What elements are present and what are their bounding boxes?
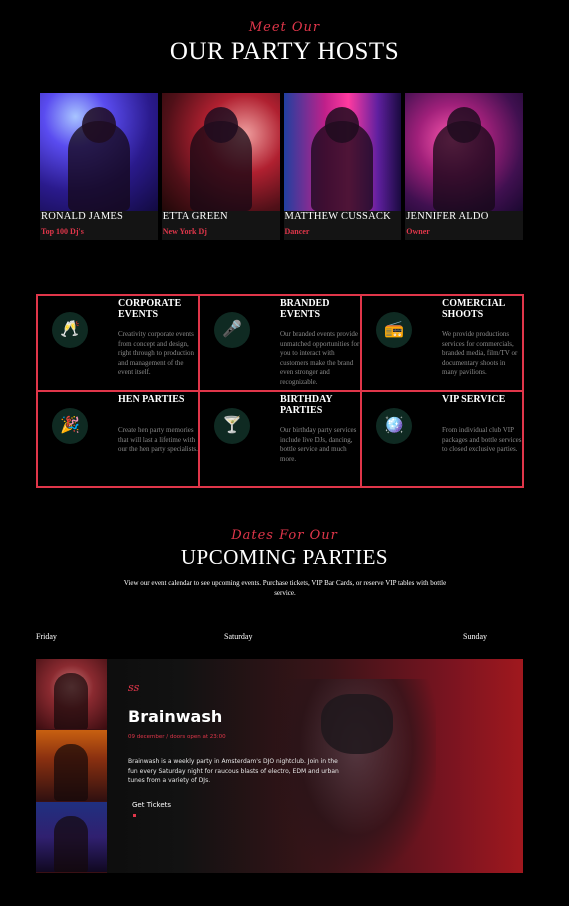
service-title: HEN PARTIES: [118, 394, 185, 405]
service-title: BIRTHDAY PARTIES: [280, 394, 333, 416]
microphone-icon: 🎤: [214, 312, 250, 348]
host-photo: [283, 93, 402, 211]
service-description: Creativity corporate events from concept…: [118, 330, 195, 376]
service-title: BRANDED EVENTS: [280, 298, 330, 320]
service-title: COMERCIAL SHOOTS: [442, 298, 505, 320]
host-photo: [40, 93, 158, 211]
event-thumbnail[interactable]: [36, 801, 107, 873]
service-vip-service[interactable]: 🪩 VIP SERVICE From individual club VIP p…: [361, 391, 523, 487]
host-name: MATTHEW CUSSACK: [284, 211, 391, 222]
tab-friday[interactable]: Friday: [36, 632, 57, 641]
hosts-grid: RONALD JAMES Top 100 Dj's ETTA GREEN New…: [40, 93, 523, 240]
parties-title: UPCOMING PARTIES: [180, 545, 389, 569]
tab-sunday[interactable]: Sunday: [463, 632, 487, 641]
service-corporate-events[interactable]: 🥂 CORPORATE EVENTS Creativity corporate …: [37, 295, 199, 391]
event-date: 09 december / doors open at 23:00: [128, 734, 226, 740]
hosts-title: OUR PARTY HOSTS: [169, 38, 400, 65]
hosts-eyebrow: Meet Our: [248, 20, 321, 35]
host-photo: [161, 93, 280, 211]
cocktail-icon: 🍸: [214, 408, 250, 444]
service-description: Our birthday party services include live…: [280, 426, 357, 463]
party-popper-icon: 🎉: [52, 408, 88, 444]
tab-saturday[interactable]: Saturday: [224, 632, 252, 641]
event-description: Brainwash is a weekly party in Amsterdam…: [128, 758, 339, 784]
button-underline: [133, 814, 136, 817]
service-branded-events[interactable]: 🎤 BRANDED EVENTS Our branded events prov…: [199, 295, 361, 391]
host-card[interactable]: JENNIFER ALDO Owner: [405, 93, 523, 240]
turntable-icon: 📻: [376, 312, 412, 348]
host-role: Owner: [406, 227, 430, 236]
service-title: CORPORATE EVENTS: [118, 298, 182, 320]
service-birthday-parties[interactable]: 🍸 BIRTHDAY PARTIES Our birthday party se…: [199, 391, 361, 487]
parties-description: View our event calendar to see upcoming …: [123, 579, 447, 597]
host-name: JENNIFER ALDO: [406, 211, 489, 222]
host-role: Top 100 Dj's: [41, 227, 84, 236]
host-name: RONALD JAMES: [41, 211, 124, 222]
host-role: Dancer: [284, 227, 310, 236]
event-thumbnails: [36, 659, 107, 873]
champagne-glasses-icon: 🥂: [52, 312, 88, 348]
service-description: Our branded events provide unmatched opp…: [280, 330, 360, 386]
event-thumbnail[interactable]: [36, 659, 107, 731]
event-thumbnail[interactable]: [36, 730, 107, 802]
host-role: New York Dj: [162, 227, 207, 236]
service-description: From individual club VIP packages and bo…: [442, 426, 522, 453]
service-hen-parties[interactable]: 🎉 HEN PARTIES Create hen party memories …: [37, 391, 199, 487]
service-comercial-shoots[interactable]: 📻 COMERCIAL SHOOTS We provide production…: [361, 295, 523, 391]
event-title: Brainwash: [128, 707, 223, 726]
day-tabs: Friday Saturday Sunday: [0, 632, 569, 644]
host-name: ETTA GREEN: [162, 211, 228, 222]
disco-ball-icon: 🪩: [376, 408, 412, 444]
host-card[interactable]: ETTA GREEN New York Dj: [161, 93, 280, 240]
service-title: VIP SERVICE: [442, 394, 506, 405]
get-tickets-button[interactable]: Get Tickets: [132, 801, 171, 809]
event-card: ꜱꜱ Brainwash 09 december / doors open at…: [36, 659, 523, 873]
service-description: Create hen party memories that will last…: [118, 426, 198, 453]
event-logo: ꜱꜱ: [128, 681, 140, 694]
host-photo: [405, 93, 523, 211]
services-grid: 🥂 CORPORATE EVENTS Creativity corporate …: [36, 294, 524, 488]
host-card[interactable]: MATTHEW CUSSACK Dancer: [283, 93, 402, 240]
host-card[interactable]: RONALD JAMES Top 100 Dj's: [40, 93, 158, 240]
parties-eyebrow: Dates For Our: [231, 528, 338, 543]
service-description: We provide productions services for comm…: [442, 330, 518, 376]
